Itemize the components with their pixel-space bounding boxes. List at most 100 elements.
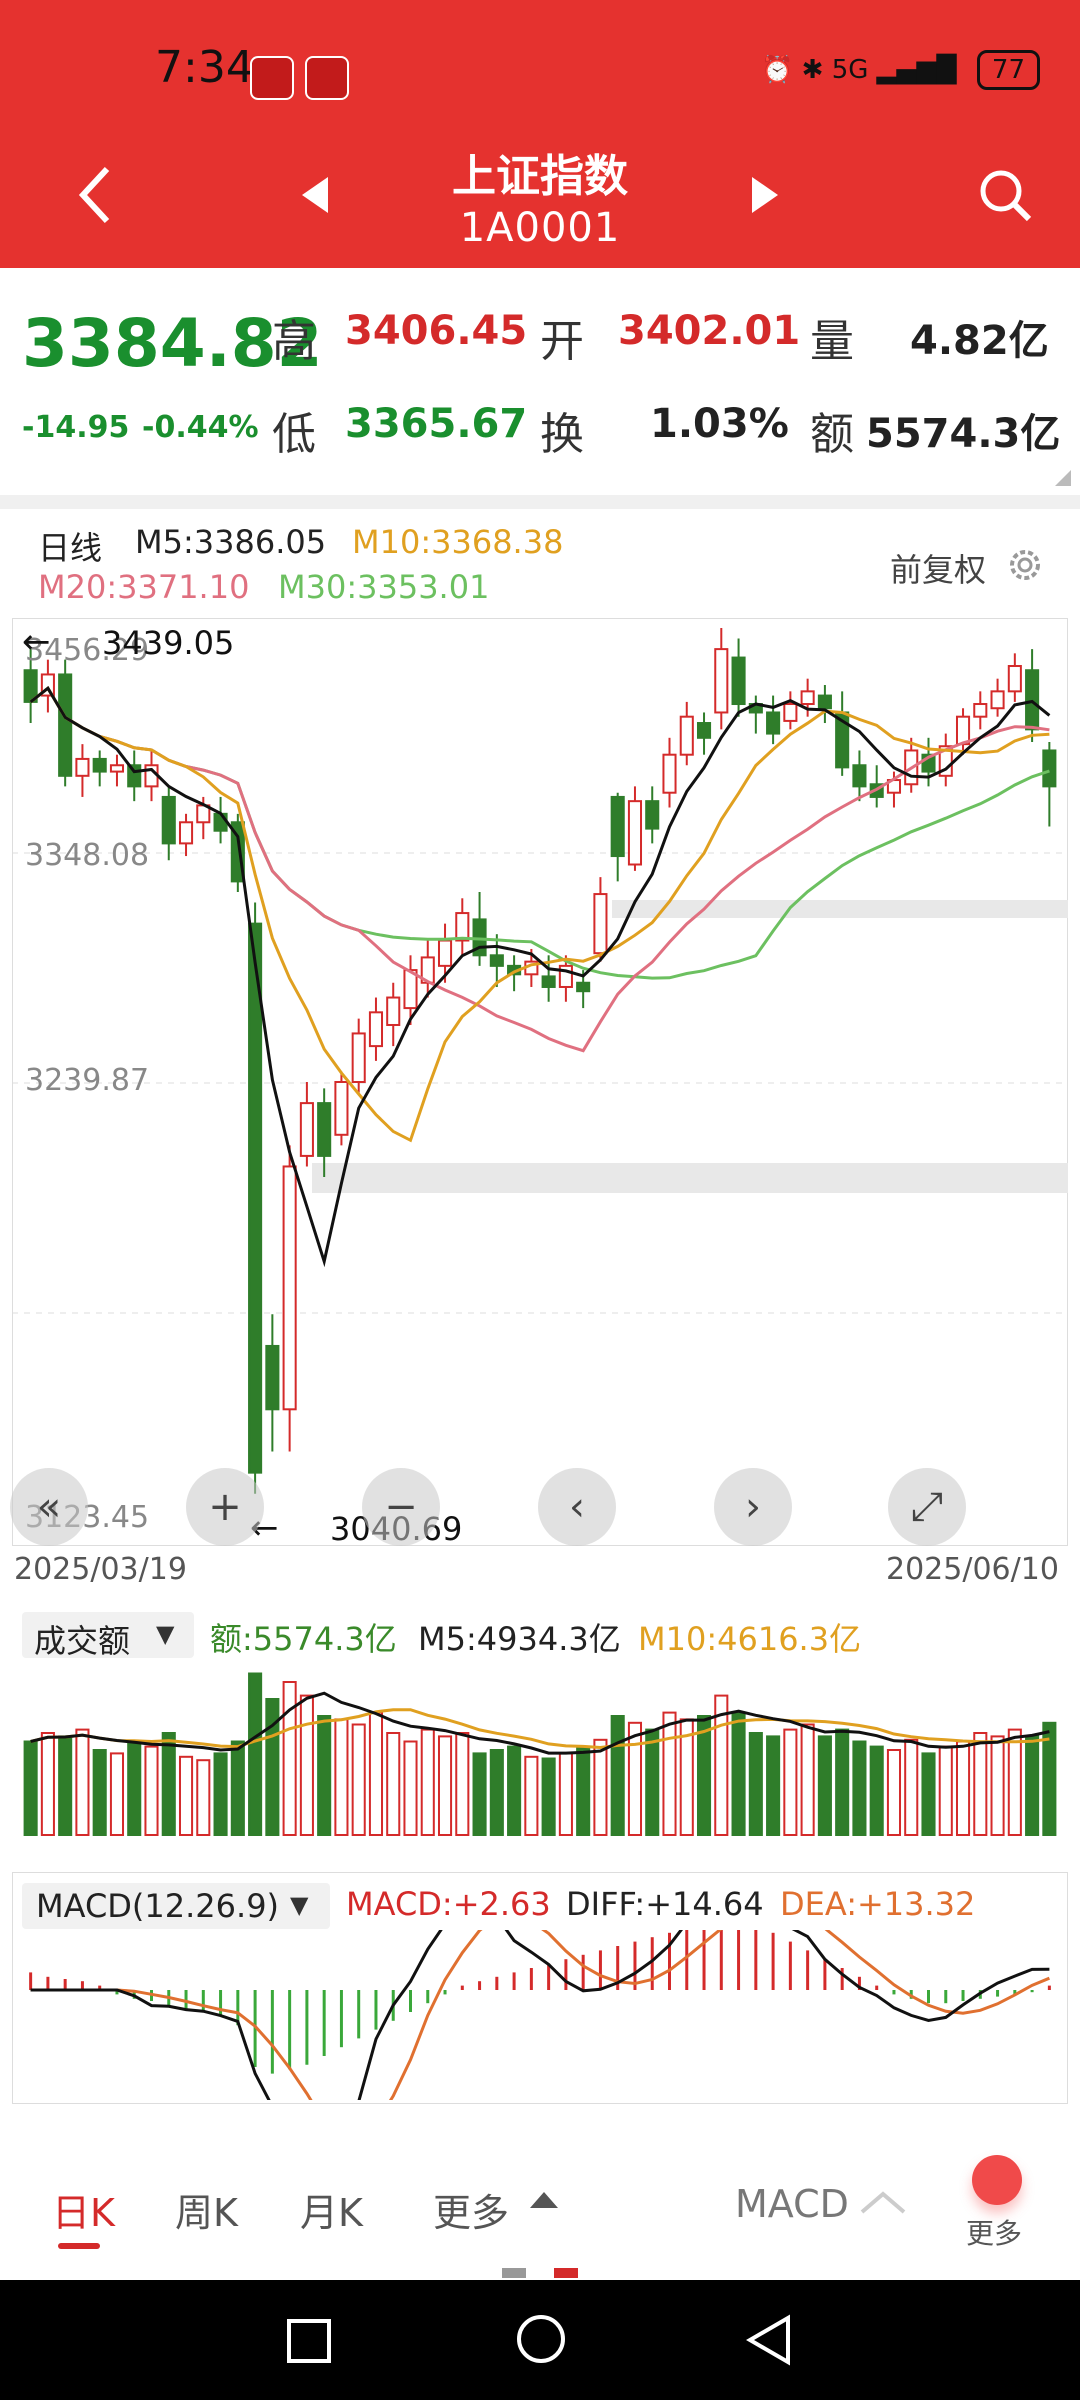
volume-bar [403,1740,418,1836]
candle-body [696,722,712,739]
zoom-out-button[interactable]: − [362,1468,440,1546]
volume-bar [248,1672,263,1836]
candle-body [679,715,694,756]
more-tools-icon[interactable] [972,2155,1022,2205]
page-title: 上证指数 [452,151,628,202]
candle-body [213,812,228,832]
volume-bar [265,1698,280,1836]
volume-bar [990,1735,1005,1836]
scroll-left-button[interactable]: ‹ [538,1468,616,1546]
y-tick-label: 3239.87 [25,1063,150,1098]
low-label: 低 [272,409,316,460]
next-stock-button[interactable] [740,170,790,220]
volume-bar [541,1757,556,1836]
volume-bar [645,1728,660,1836]
more-tools-label[interactable]: 更多 [966,2212,1022,2252]
macd-value: MACD:+2.63 [346,1885,551,1923]
volume-bar [731,1711,746,1836]
volume-m10: M10:4616.3亿 [638,1620,862,1658]
expand-corner-icon[interactable] [1055,470,1071,486]
triangle-right-icon [752,177,778,213]
volume-bar [368,1711,384,1836]
volume-bar [213,1752,228,1836]
kline-chart[interactable] [12,618,1068,1546]
system-back-button[interactable] [744,2314,794,2366]
dropdown-arrow-icon: ▼ [290,1891,309,1919]
candle-body [386,996,401,1026]
volume-m5: M5:4934.3亿 [418,1620,621,1658]
candle-body [265,1344,280,1411]
candle-body [576,981,591,993]
volume-bar [817,1735,832,1836]
tab-week-k[interactable]: 周K [175,2182,238,2237]
volume-bar [299,1694,314,1836]
jump-start-button[interactable]: « [10,1468,88,1546]
candle-body [437,939,453,967]
high-label: 高 [272,316,316,367]
volume-amount: 额:5574.3亿 [210,1620,397,1658]
candle-body [662,753,677,794]
tab-month-k[interactable]: 月K [300,2182,363,2237]
candle-body [282,1165,297,1411]
volume-bar [558,1752,573,1836]
ma10-legend: M10:3368.38 [352,523,564,561]
candle-body [455,912,470,942]
candle-body [645,800,660,830]
page-dot-active [554,2268,578,2278]
max-marker-arrow: ← [22,622,51,662]
gear-icon [1010,550,1040,580]
volume-selector[interactable]: 成交额 ▼ [22,1612,194,1660]
volume-bar [489,1749,504,1836]
section-divider [0,495,1080,509]
candle-body [248,922,263,1474]
app-logo-icon [250,56,294,100]
candle-body [541,975,556,988]
scroll-right-button[interactable]: › [714,1468,792,1546]
dea-line [30,1930,1050,2100]
zoom-in-button[interactable]: + [186,1468,264,1546]
volume-bar [23,1740,38,1836]
open-value: 3402.01 [618,308,801,354]
candle-body [1042,749,1057,788]
volume-m5-line [30,1691,1050,1755]
fullscreen-button[interactable]: ⤢ [888,1468,966,1546]
volume-bar [75,1728,90,1836]
amount-value: 5574.3亿 [866,411,1061,457]
volume-bar [610,1715,625,1836]
volume-bars [23,1672,1057,1836]
candle-body [317,1102,332,1157]
volume-bar [938,1745,953,1836]
indicator-selector[interactable]: MACD [735,2182,849,2226]
search-button[interactable] [970,160,1040,230]
candle-body [714,648,729,714]
adjust-toggle[interactable]: 前复权 [890,545,986,591]
volume-bar [178,1755,194,1836]
ma30-legend: M30:3353.01 [278,568,490,606]
volume-bar [420,1728,435,1836]
home-button[interactable] [514,2312,568,2366]
macd-selector[interactable]: MACD(12.26.9) ▼ [22,1883,330,1929]
candle-body [368,1011,384,1048]
candle-body [178,821,194,845]
tab-active-indicator [58,2243,100,2249]
candle-body [92,757,107,773]
dea-value: DEA:+13.32 [780,1885,976,1923]
recent-apps-button[interactable] [284,2316,334,2366]
chevron-right-icon: › [745,1484,761,1530]
candle-body [852,764,867,788]
battery-icon: 77 [976,50,1040,90]
volume-bar [766,1735,781,1836]
candle-body [783,703,798,722]
volume-bar [955,1740,971,1836]
bank-logo-icon [305,56,349,100]
tab-more[interactable]: 更多 [433,2182,509,2237]
tab-day-k[interactable]: 日K [52,2182,115,2237]
candle-body [334,1081,349,1136]
chevron-up-icon [860,2191,906,2214]
volume-bar [576,1745,591,1836]
settings-button[interactable] [1005,545,1045,585]
volume-bar [92,1749,107,1836]
volume-bar [282,1681,297,1836]
network-label: 5G [831,55,869,85]
volume-bar [109,1752,125,1836]
